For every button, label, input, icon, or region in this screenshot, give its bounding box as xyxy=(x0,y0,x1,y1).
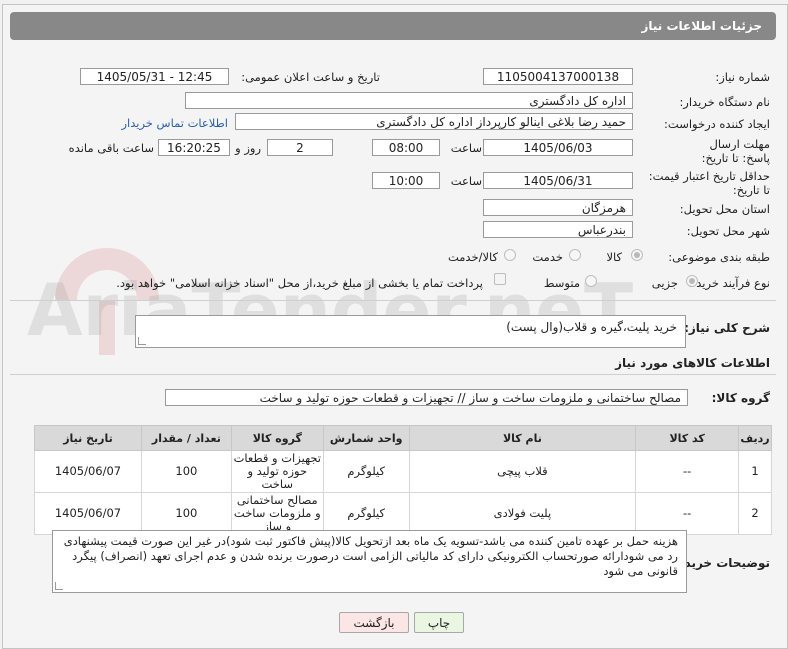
category-radio-goods-service[interactable] xyxy=(504,249,516,261)
description-text: خرید پلیت،گیره و قلاب(وال پست) xyxy=(506,320,677,334)
cell-group: تجهیزات و قطعات حوزه تولید و ساخت xyxy=(230,450,324,493)
page-header: جزئیات اطلاعات نیاز xyxy=(10,12,776,40)
table-header-row: ردیف کد کالا نام کالا واحد شمارش گروه کا… xyxy=(34,425,772,451)
province-label: استان محل تحویل: xyxy=(679,202,770,216)
col-header-group: گروه کالا xyxy=(230,425,324,451)
col-header-name: نام کالا xyxy=(408,425,637,451)
cell-code: -- xyxy=(635,450,740,493)
description-textarea[interactable]: خرید پلیت،گیره و قلاب(وال پست) xyxy=(135,315,686,348)
cell-unit: کیلوگرم xyxy=(322,450,410,493)
col-header-quantity: تعداد / مقدار xyxy=(140,425,232,451)
category-radio-goods[interactable] xyxy=(631,249,643,261)
need-number-value: 1105004137000138 xyxy=(483,68,633,85)
col-header-code: کد کالا xyxy=(635,425,740,451)
price-validity-date: 1405/06/31 xyxy=(483,172,633,189)
reply-deadline-time-label: ساعت xyxy=(450,141,482,155)
cell-date: 1405/06/07 xyxy=(34,450,142,493)
city-label: شهر محل تحویل: xyxy=(686,224,770,238)
goods-group-value: مصالح ساختمانی و ملزومات ساخت و ساز // ت… xyxy=(165,389,688,406)
process-option-minor: جزیی xyxy=(651,276,678,290)
remaining-time-label: ساعت باقی مانده xyxy=(68,141,154,155)
reply-deadline-date: 1405/06/03 xyxy=(483,139,633,156)
buyer-notes-text: هزینه حمل بر عهده تامین کننده می باشد-تس… xyxy=(63,534,678,578)
reply-deadline-label: مهلت ارسال پاسخ: تا تاریخ: xyxy=(701,137,770,165)
resize-grip-icon[interactable] xyxy=(55,582,63,590)
buyer-notes-textarea[interactable]: هزینه حمل بر عهده تامین کننده می باشد-تس… xyxy=(52,530,687,593)
page-title: جزئیات اطلاعات نیاز xyxy=(641,19,762,33)
print-button[interactable]: چاپ xyxy=(414,612,464,633)
category-label: طبقه بندی موضوعی: xyxy=(668,250,770,264)
cell-name: قلاب پیچی xyxy=(408,450,637,493)
buyer-contact-link[interactable]: اطلاعات تماس خریدار xyxy=(121,116,228,130)
cell-quantity: 100 xyxy=(140,492,232,535)
divider xyxy=(10,300,776,301)
description-label: شرح کلی نیاز: xyxy=(684,321,770,335)
city-value: بندرعباس xyxy=(483,221,633,238)
reply-days: 2 xyxy=(267,139,333,156)
resize-grip-icon[interactable] xyxy=(138,337,146,345)
province-value: هرمزگان xyxy=(483,199,633,216)
announce-value: 1405/05/31 - 12:45 xyxy=(80,68,229,85)
col-header-unit: واحد شمارش xyxy=(322,425,410,451)
category-radio-service[interactable] xyxy=(569,249,581,261)
col-header-row-number: ردیف xyxy=(738,425,772,451)
items-table: ردیف کد کالا نام کالا واحد شمارش گروه کا… xyxy=(34,425,772,535)
category-option-goods: کالا xyxy=(606,250,622,264)
cell-quantity: 100 xyxy=(140,450,232,493)
treasury-payment-checkbox[interactable] xyxy=(494,273,506,285)
category-option-service: خدمت xyxy=(532,250,563,264)
process-radio-medium[interactable] xyxy=(585,275,597,287)
col-header-date: تاریخ نیاز xyxy=(34,425,142,451)
goods-group-label: گروه کالا: xyxy=(711,391,770,405)
reply-days-label: روز و xyxy=(235,141,261,155)
buyer-org-value: اداره کل دادگستری xyxy=(185,92,633,109)
items-section-title: اطلاعات کالاهای مورد نیاز xyxy=(615,356,770,370)
table-row: 2 -- پلیت فولادی کیلوگرم مصالح ساختمانی … xyxy=(34,492,772,535)
cell-date: 1405/06/07 xyxy=(34,492,142,535)
process-label: نوع فرآیند خرید : xyxy=(688,276,770,290)
cell-row-number: 2 xyxy=(738,492,772,535)
remaining-time: 16:20:25 xyxy=(158,139,230,156)
price-validity-label: حداقل تاریخ اعتبار قیمت: تا تاریخ: xyxy=(648,169,770,197)
need-number-label: شماره نیاز: xyxy=(715,70,770,84)
buyer-org-label: نام دستگاه خریدار: xyxy=(679,95,770,109)
creator-label: ایجاد کننده درخواست: xyxy=(664,117,770,131)
cell-code: -- xyxy=(635,492,740,535)
table-row: 1 -- قلاب پیچی کیلوگرم تجهیزات و قطعات ح… xyxy=(34,450,772,493)
reply-deadline-time: 08:00 xyxy=(372,139,440,156)
back-button[interactable]: بازگشت xyxy=(339,612,409,633)
price-validity-time-label: ساعت xyxy=(450,174,482,188)
process-radio-minor[interactable] xyxy=(686,275,698,287)
creator-value: حمید رضا بلاغی اینالو کارپرداز اداره کل … xyxy=(235,113,633,130)
cell-name: پلیت فولادی xyxy=(408,492,637,535)
cell-group: مصالح ساختمانی و ملزومات ساخت و ساز xyxy=(230,492,324,535)
cell-row-number: 1 xyxy=(738,450,772,493)
category-option-goods-service: کالا/خدمت xyxy=(447,250,498,264)
treasury-payment-note: پرداخت تمام یا بخشی از مبلغ خرید،از محل … xyxy=(116,276,483,290)
cell-unit: کیلوگرم xyxy=(322,492,410,535)
price-validity-time: 10:00 xyxy=(372,172,440,189)
process-option-medium: متوسط xyxy=(543,276,580,290)
divider xyxy=(10,374,776,375)
announce-label: تاریخ و ساعت اعلان عمومی: xyxy=(241,70,380,84)
